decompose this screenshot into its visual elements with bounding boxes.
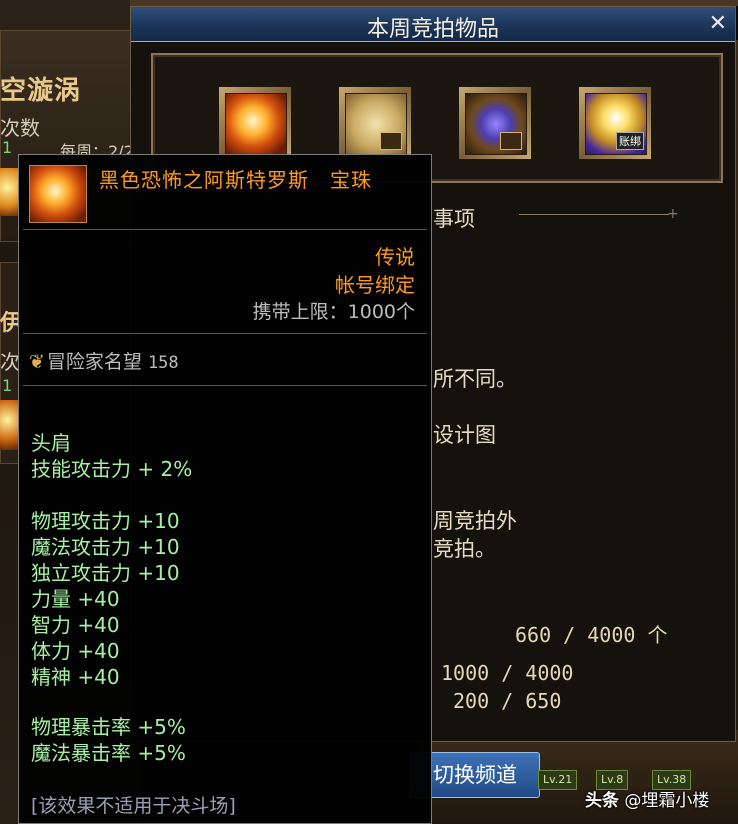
pvp-exclusion-note: [该效果不适用于决斗场] [31, 795, 236, 817]
dungeon2-num-fragment: 1 [2, 376, 13, 395]
stat-spirit: 精神 +40 [31, 665, 120, 689]
dungeon-title-fragment: 空漩涡 [0, 76, 82, 106]
level-badge-1: Lv.21 [538, 770, 578, 790]
fame-value: 158 [147, 353, 179, 373]
divider [23, 229, 427, 230]
item-binding: 帐号绑定 [335, 273, 415, 297]
notice-fragment-1: 所不同。 [433, 367, 517, 391]
scroll-icon [345, 93, 407, 155]
notice-fragment-2: 设计图 [433, 423, 496, 447]
golden-egg-icon: 账绑 [585, 93, 647, 155]
stat-vitality: 体力 +40 [31, 639, 120, 663]
auction-item-slot-4[interactable]: 账绑 [579, 87, 651, 159]
stat-strength: 力量 +40 [31, 587, 120, 611]
notice-title-fragment: 事项 [433, 207, 475, 231]
notice-fragment-3: 周竞拍外 [433, 509, 517, 533]
stat-intelligence: 智力 +40 [31, 613, 120, 637]
emblem-icon [380, 132, 402, 150]
adventurer-fame-row: ❦ 冒险家名望 158 [29, 347, 179, 374]
black-orb-icon [225, 93, 287, 155]
item-tooltip: 黑色恐怖之阿斯特罗斯 宝珠 传说 帐号绑定 携带上限：1000个 ❦ 冒险家名望 1… [18, 154, 432, 824]
material-progress-a: 1000 / 4000 [441, 661, 574, 685]
material-progress-b: 200 / 650 [453, 689, 562, 713]
watermark: 头条 @埋霜小楼 [585, 786, 709, 811]
notice-fragment-4: 竞拍。 [433, 537, 496, 561]
dungeon-thumbnail [0, 168, 18, 216]
stat-physical-attack: 物理攻击力 +10 [31, 509, 180, 533]
notice-divider [519, 214, 669, 215]
item-rarity: 传说 [375, 245, 415, 269]
expand-icon[interactable]: + [667, 206, 679, 222]
stat-independent-attack: 独立攻击力 +10 [31, 561, 180, 585]
auction-titlebar[interactable]: 本周竞拍物品 ✕ [131, 7, 735, 42]
auction-item-slot-3[interactable] [459, 87, 531, 159]
auction-item-slot-1[interactable] [219, 87, 291, 159]
dungeon2-thumbnail [0, 400, 18, 450]
laurel-icon: ❦ [29, 351, 45, 373]
auction-title: 本周竞拍物品 [366, 17, 499, 42]
watermark-brand: 头条 [585, 791, 619, 811]
account-bound-tag: 账绑 [616, 132, 644, 150]
equip-slot: 头肩 [31, 431, 71, 455]
divider [23, 385, 427, 386]
stat-magic-attack: 魔法攻击力 +10 [31, 535, 180, 559]
item-name: 黑色恐怖之阿斯特罗斯 宝珠 [99, 168, 372, 192]
dungeon-count-fragment: 次数 [0, 116, 40, 140]
black-orb-icon [29, 165, 87, 223]
fame-label: 冒险家名望 [46, 351, 142, 373]
carry-limit: 携带上限：1000个 [252, 301, 415, 323]
material-progress-main: 660 / 4000 个 [515, 623, 668, 647]
dungeon2-count-fragment: 次 [0, 350, 20, 374]
divider [23, 333, 427, 334]
emblem-icon [500, 132, 522, 150]
purple-ring-icon [465, 93, 527, 155]
stat-physical-crit: 物理暴击率 +5% [31, 715, 186, 739]
watermark-account: @埋霜小楼 [624, 791, 710, 811]
auction-item-slot-2[interactable] [339, 87, 411, 159]
stat-magic-crit: 魔法暴击率 +5% [31, 741, 186, 765]
close-icon[interactable]: ✕ [709, 11, 727, 36]
dungeon-num-fragment: 1 [2, 138, 13, 157]
stat-skill-attack: 技能攻击力 + 2% [31, 457, 193, 481]
